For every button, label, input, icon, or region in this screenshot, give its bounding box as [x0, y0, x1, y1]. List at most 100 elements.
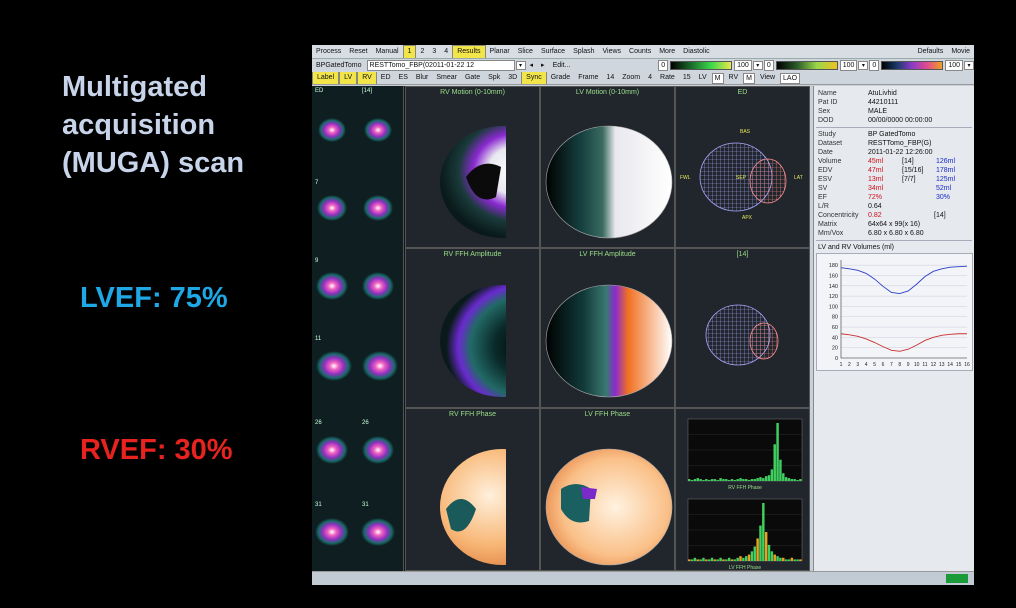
info-key: Sex	[818, 108, 831, 115]
toggle-gate[interactable]: Gate	[461, 72, 484, 84]
toggle-3d[interactable]: 3D	[504, 72, 521, 84]
volume-table: Volume 45ml [14] 126ml EDV 47ml [15/16] 178ml ES…	[814, 157, 974, 202]
rv-histogram-bar	[742, 479, 745, 481]
page-button-1[interactable]: 1	[402, 45, 417, 58]
y-tick-label: 160	[829, 273, 838, 279]
next-arrow-icon[interactable]: ▸	[537, 60, 549, 72]
menu-counts[interactable]: Counts	[625, 46, 655, 58]
ed-surface-title: ED	[737, 89, 748, 96]
info-row: Matrix 64x64 x 99(x 16)	[814, 220, 974, 229]
frame-ref	[902, 184, 936, 193]
colormap-3-bar[interactable]	[881, 61, 944, 70]
menu-more[interactable]: More	[655, 46, 679, 58]
rv-phase-map	[440, 449, 506, 565]
lv-histogram-bar	[756, 538, 759, 561]
rv-histogram-bar	[753, 479, 756, 481]
rv-histogram-bar	[779, 459, 782, 481]
info-value: 0.82	[868, 212, 882, 219]
menu-slice[interactable]: Slice	[514, 46, 537, 58]
rv-select[interactable]: M	[743, 72, 755, 84]
menu-diastolic[interactable]: Diastolic	[679, 46, 713, 58]
y-tick-label: 20	[832, 346, 838, 352]
menu-surface[interactable]: Surface	[537, 46, 569, 58]
page-button-2[interactable]: 2	[416, 46, 428, 58]
rv-motion-title: RV Motion (0-10mm)	[440, 89, 505, 96]
edit-button[interactable]: Edit...	[549, 60, 575, 72]
menu-manual[interactable]: Manual	[372, 46, 403, 58]
toggle-spk[interactable]: Spk	[484, 72, 504, 84]
rv-amplitude-map	[440, 285, 506, 397]
lv-phase-map	[545, 448, 673, 566]
rv-histogram-bar	[730, 479, 734, 481]
cmap1-dropdown-icon[interactable]: ▾	[752, 61, 763, 70]
lv-amplitude-panel[interactable]: LV FFH Amplitude	[540, 248, 675, 408]
frame-label: Frame	[578, 74, 599, 81]
colormap-2-bar[interactable]	[775, 61, 838, 70]
menu-views[interactable]: Views	[598, 46, 625, 58]
slice-thumbnails[interactable]	[312, 86, 404, 571]
rate-value[interactable]: 15	[679, 72, 695, 84]
phase-histograms-panel[interactable]: RV FFH Phase LV FFH Phase	[675, 408, 810, 571]
cmap2-max[interactable]: 100	[839, 60, 858, 71]
toggle-sync[interactable]: Sync	[521, 72, 547, 84]
rv-histogram-bar	[796, 480, 799, 481]
rv-phase-panel[interactable]: RV FFH Phase	[405, 408, 540, 571]
toggle-es[interactable]: ES	[395, 72, 412, 84]
x-tick-label: 2	[848, 362, 851, 368]
y-tick-label: 60	[832, 325, 838, 331]
lv-histogram-bar	[688, 559, 691, 561]
toggle-grade[interactable]: Grade	[547, 72, 574, 84]
toggle-smear[interactable]: Smear	[432, 72, 461, 84]
menu-process[interactable]: Process	[312, 46, 345, 58]
toggle-lv[interactable]: LV	[339, 72, 358, 84]
cmap2-dropdown-icon[interactable]: ▾	[858, 61, 869, 70]
cmap3-min[interactable]: 0	[869, 60, 880, 71]
lv-select[interactable]: M	[711, 72, 724, 84]
lv-histogram-bar	[693, 557, 697, 561]
series-select[interactable]: RESTTomo_FBP(02011-01-22 12	[366, 60, 515, 71]
rv-volume-line	[840, 265, 968, 294]
lv-phase-panel[interactable]: LV FFH Phase	[540, 408, 675, 571]
menu-splash[interactable]: Splash	[569, 46, 598, 58]
info-key: Date	[818, 149, 833, 156]
toggle-ed[interactable]: ED	[377, 72, 395, 84]
prev-arrow-icon[interactable]: ◂	[526, 60, 538, 72]
lv-histogram-bar	[787, 559, 791, 561]
rv-motion-panel[interactable]: RV Motion (0-10mm)	[405, 86, 540, 248]
ed-surface-panel[interactable]: ED BAS APX FWL LAT SEP	[675, 86, 810, 248]
series-dropdown-icon[interactable]: ▾	[515, 61, 526, 70]
info-value: RESTTomo_FBP(G)	[868, 140, 932, 147]
cmap1-max[interactable]: 100	[734, 60, 752, 71]
surface-label-apex: APX	[742, 215, 753, 221]
toggle-rv[interactable]: RV	[357, 72, 377, 84]
cmap1-min[interactable]: 0	[658, 60, 669, 71]
info-row: DOD 00/00/0000 00:00:00	[814, 116, 974, 125]
rv-amplitude-panel[interactable]: RV FFH Amplitude	[405, 248, 540, 408]
menu-planar[interactable]: Planar	[486, 46, 514, 58]
menu-results[interactable]: Results	[452, 45, 486, 58]
zoom-value[interactable]: 4	[644, 72, 656, 84]
page-button-3[interactable]: 3	[428, 46, 440, 58]
rv-value: 30%	[936, 194, 951, 201]
frame-value[interactable]: 14	[602, 72, 618, 84]
lv-motion-panel[interactable]: LV Motion (0-10mm)	[540, 86, 675, 248]
menu-movie[interactable]: Movie	[947, 46, 974, 58]
menu-reset[interactable]: Reset	[345, 46, 371, 58]
toggle-label[interactable]: Label	[312, 72, 340, 84]
rv-histogram-bar	[770, 469, 774, 481]
rv-histogram-bar	[756, 478, 759, 481]
page-button-4[interactable]: 4	[440, 46, 452, 58]
cmap2-min[interactable]: 0	[763, 60, 774, 71]
frame-surface-title: [14]	[736, 251, 749, 258]
frame-surface-panel[interactable]: [14]	[675, 248, 810, 408]
colormap-1-bar[interactable]	[670, 61, 733, 70]
info-key: DOD	[818, 117, 834, 124]
cmap3-dropdown-icon[interactable]: ▾	[964, 61, 974, 70]
toggle-blur[interactable]: Blur	[412, 72, 432, 84]
cmap3-max[interactable]: 100	[945, 60, 963, 71]
y-tick-label: 100	[829, 304, 838, 310]
view-select[interactable]: LAO	[780, 72, 801, 84]
info-key: Name	[818, 90, 837, 97]
lv-histogram-bar	[713, 559, 717, 561]
menu-defaults[interactable]: Defaults	[914, 46, 948, 58]
